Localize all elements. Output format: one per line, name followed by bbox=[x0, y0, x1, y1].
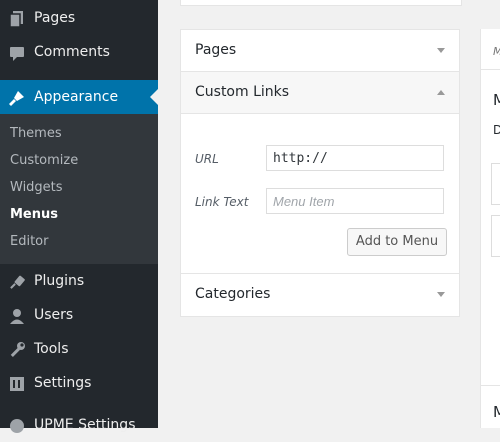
categories-section-header[interactable]: Categories bbox=[181, 274, 459, 316]
admin-sidebar: Pages Comments Appearance Themes Customi… bbox=[0, 0, 158, 433]
pages-icon bbox=[8, 10, 26, 28]
users-icon bbox=[8, 307, 26, 325]
menu-settings-heading: M bbox=[493, 403, 500, 421]
submenu-item-themes[interactable]: Themes bbox=[10, 125, 62, 143]
pages-section-header[interactable]: Pages bbox=[181, 30, 459, 72]
submenu-item-widgets[interactable]: Widgets bbox=[10, 179, 63, 197]
sidebar-item-pages[interactable]: Pages bbox=[0, 1, 158, 35]
sidebar-item-label: Comments bbox=[34, 44, 110, 60]
tools-icon bbox=[8, 341, 26, 359]
categories-section-title: Categories bbox=[195, 286, 271, 302]
submenu-item-menus[interactable]: Menus bbox=[10, 206, 58, 224]
sidebar-item-settings[interactable]: Settings bbox=[0, 366, 158, 400]
appearance-brush-icon bbox=[8, 89, 26, 107]
custom-links-section-body: URL Link Text Add to Menu bbox=[181, 114, 459, 274]
custom-links-section-header[interactable]: Custom Links bbox=[181, 72, 459, 114]
menu-structure-panel: M M D M bbox=[480, 29, 500, 428]
menu-item-box[interactable] bbox=[491, 215, 500, 257]
add-to-menu-button[interactable]: Add to Menu bbox=[347, 228, 447, 256]
chevron-up-icon bbox=[437, 90, 445, 95]
submenu-item-customize[interactable]: Customize bbox=[10, 152, 78, 170]
menu-tab-text: M bbox=[493, 45, 500, 58]
upme-settings-icon bbox=[8, 417, 26, 435]
pages-section-title: Pages bbox=[195, 42, 237, 58]
sidebar-item-comments[interactable]: Comments bbox=[0, 35, 158, 69]
sidebar-item-plugins[interactable]: Plugins bbox=[0, 264, 158, 298]
sidebar-item-label: Users bbox=[34, 307, 74, 323]
menu-items-accordion: Pages Custom Links URL Link Text Add to … bbox=[180, 29, 460, 317]
comments-icon bbox=[8, 44, 26, 62]
sidebar-item-users[interactable]: Users bbox=[0, 298, 158, 332]
custom-links-section-title: Custom Links bbox=[195, 84, 290, 100]
sidebar-item-appearance[interactable]: Appearance bbox=[0, 80, 158, 114]
sidebar-item-upme-settings[interactable]: UPME Settings bbox=[0, 408, 158, 442]
sidebar-item-label: Settings bbox=[34, 375, 92, 391]
divider bbox=[481, 69, 500, 70]
menu-item-box[interactable] bbox=[491, 163, 500, 205]
sidebar-item-label: Plugins bbox=[34, 273, 85, 289]
link-text-input[interactable] bbox=[266, 188, 444, 214]
appearance-submenu: Themes Customize Widgets Menus Editor bbox=[0, 114, 158, 264]
top-box bbox=[180, 0, 462, 6]
menu-description-text: D bbox=[493, 123, 500, 137]
link-text-label: Link Text bbox=[195, 195, 249, 209]
chevron-down-icon bbox=[437, 292, 445, 297]
sidebar-item-label: UPME Settings bbox=[34, 417, 136, 433]
menu-name-heading: M bbox=[493, 91, 500, 109]
submenu-item-editor[interactable]: Editor bbox=[10, 233, 48, 251]
settings-icon bbox=[8, 375, 26, 393]
plugins-icon bbox=[8, 273, 26, 291]
sidebar-item-label: Pages bbox=[34, 10, 76, 26]
url-label: URL bbox=[195, 152, 219, 166]
active-indicator bbox=[150, 89, 158, 105]
chevron-down-icon bbox=[437, 48, 445, 53]
url-input[interactable] bbox=[266, 145, 444, 171]
sidebar-item-tools[interactable]: Tools bbox=[0, 332, 158, 366]
sidebar-item-label: Appearance bbox=[34, 89, 119, 105]
sidebar-item-label: Tools bbox=[34, 341, 69, 357]
divider bbox=[481, 385, 500, 386]
